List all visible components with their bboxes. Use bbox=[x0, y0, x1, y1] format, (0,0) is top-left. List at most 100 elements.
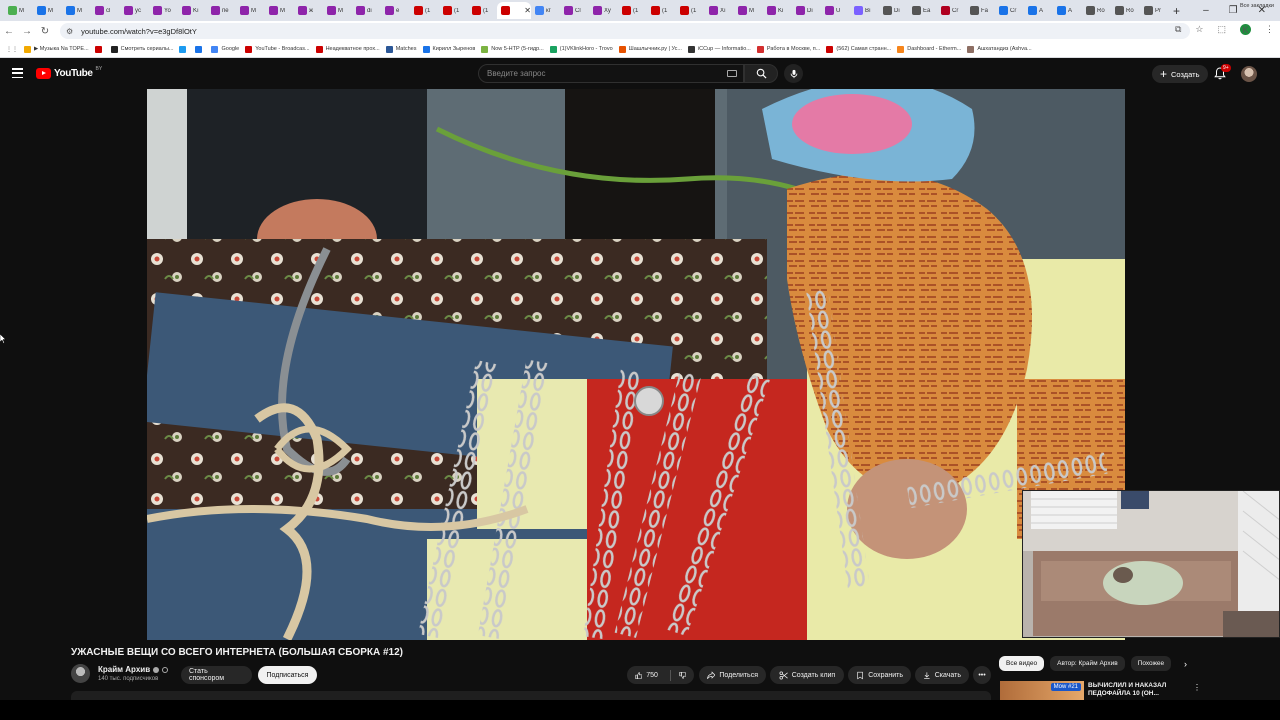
browser-tab[interactable]: M bbox=[265, 2, 294, 19]
recommended-title[interactable]: ВЫЧИСЛИЛ И НАКАЗАЛ ПЕДОФАЙЛА 10 (ОН... bbox=[1088, 682, 1178, 698]
channel-name[interactable]: Крайм Архив bbox=[98, 665, 169, 674]
account-avatar[interactable] bbox=[1241, 66, 1257, 82]
more-actions-button[interactable]: ••• bbox=[973, 666, 991, 684]
browser-tab[interactable]: Ro bbox=[1082, 2, 1111, 19]
browser-tab[interactable]: M bbox=[236, 2, 265, 19]
search-input[interactable]: Введите запрос bbox=[478, 64, 744, 83]
keyboard-icon[interactable] bbox=[727, 70, 737, 77]
create-button[interactable]: + Создать bbox=[1152, 65, 1208, 83]
browser-tab[interactable]: Ху bbox=[589, 2, 618, 19]
video-player[interactable] bbox=[147, 89, 1125, 640]
share-button[interactable]: Поделиться bbox=[699, 666, 766, 684]
browser-tab[interactable]: U bbox=[821, 2, 850, 19]
browser-tab[interactable]: yc bbox=[120, 2, 149, 19]
chip-related[interactable]: Похожее bbox=[1130, 656, 1172, 671]
apps-grid-icon[interactable]: ⋮⋮ bbox=[6, 46, 18, 53]
new-tab-icon[interactable]: + bbox=[1173, 4, 1180, 18]
browser-tab[interactable]: M bbox=[734, 2, 763, 19]
browser-tab[interactable]: Ro bbox=[1111, 2, 1140, 19]
browser-tab[interactable]: (1 bbox=[410, 2, 439, 19]
browser-tab[interactable]: Xı bbox=[705, 2, 734, 19]
browser-tab[interactable]: Cr bbox=[995, 2, 1024, 19]
save-button[interactable]: Сохранить bbox=[848, 666, 911, 684]
maximize-button[interactable]: ❐ bbox=[1229, 5, 1238, 16]
bookmark-item[interactable]: iCCup — Informatio... bbox=[687, 45, 751, 53]
download-button[interactable]: Скачать bbox=[915, 666, 969, 684]
browser-tab[interactable]: Cl bbox=[560, 2, 589, 19]
bookmark-item[interactable] bbox=[195, 45, 205, 53]
bookmark-item[interactable]: Шашлычник.ру | Ус... bbox=[618, 45, 682, 53]
recommended-menu-icon[interactable]: ⋮ bbox=[1193, 683, 1201, 692]
recommended-thumbnail[interactable]: Mow #21 bbox=[1000, 681, 1084, 701]
bookmark-item[interactable]: YouTube - Broadcas... bbox=[245, 45, 310, 53]
forward-icon[interactable]: → bbox=[18, 26, 36, 37]
browser-tab[interactable]: кг bbox=[531, 2, 560, 19]
bookmark-item[interactable]: Ашхатандиз (Ashva... bbox=[967, 45, 1032, 53]
bookmark-item[interactable] bbox=[94, 45, 105, 53]
browser-tab[interactable]: Di bbox=[792, 2, 821, 19]
browser-tab[interactable]: пе bbox=[207, 2, 236, 19]
bookmark-item[interactable]: (562) Самая странн... bbox=[826, 45, 891, 53]
site-info-icon[interactable]: ⚙ bbox=[66, 27, 73, 36]
browser-tab[interactable]: cl bbox=[91, 2, 120, 19]
browser-tab[interactable]: (1 bbox=[468, 2, 497, 19]
description-box[interactable] bbox=[71, 691, 991, 700]
browser-tab[interactable]: ✕ bbox=[497, 2, 531, 19]
channel-avatar[interactable] bbox=[71, 664, 90, 683]
bookmark-item[interactable]: (1)VKlinkHoro - Trovo bbox=[549, 45, 613, 53]
search-button[interactable] bbox=[744, 64, 778, 83]
like-count[interactable]: 750 bbox=[646, 672, 658, 679]
bookmark-item[interactable]: Смотреть сериалы... bbox=[110, 45, 173, 53]
clip-button[interactable]: Создать клип bbox=[770, 666, 844, 684]
youtube-logo[interactable]: YouTube BY bbox=[36, 66, 102, 79]
bookmark-item[interactable]: Кирилл Зыренов bbox=[422, 45, 475, 53]
like-icon[interactable] bbox=[635, 671, 643, 680]
chip-author[interactable]: Автор: Крайм Архив bbox=[1050, 656, 1125, 671]
bookmark-item[interactable]: Dashboard - Etherm... bbox=[897, 45, 961, 53]
browser-tab[interactable]: Pr bbox=[1140, 2, 1169, 19]
browser-tab[interactable]: Ki bbox=[763, 2, 792, 19]
browser-tab[interactable]: di bbox=[352, 2, 381, 19]
browser-tab[interactable]: Вı bbox=[850, 2, 879, 19]
browser-tab[interactable]: e bbox=[381, 2, 410, 19]
browser-tab[interactable]: M bbox=[33, 2, 62, 19]
subscribe-button[interactable]: Подписаться bbox=[258, 666, 317, 684]
sponsor-button[interactable]: Стать спонсором bbox=[181, 666, 252, 684]
all-bookmarks-link[interactable]: Все закладки bbox=[1240, 3, 1274, 9]
bookmark-item[interactable]: Неадекватное прох... bbox=[315, 45, 380, 53]
browser-menu-icon[interactable]: ⋮ bbox=[1265, 24, 1274, 35]
browser-tab[interactable]: M bbox=[62, 2, 91, 19]
bookmark-item[interactable]: ▶ Музыка Na TOPE... bbox=[24, 45, 89, 53]
browser-tab[interactable]: (1 bbox=[618, 2, 647, 19]
voice-search-button[interactable] bbox=[784, 64, 803, 83]
extensions-icon[interactable]: ⬚ bbox=[1217, 24, 1226, 35]
bookmark-item[interactable]: Работа в Москве, п... bbox=[756, 45, 820, 53]
browser-tab[interactable]: M bbox=[4, 2, 33, 19]
browser-tab[interactable]: (1 bbox=[676, 2, 705, 19]
bookmark-item[interactable] bbox=[179, 45, 189, 53]
minimize-button[interactable]: – bbox=[1203, 5, 1209, 16]
browser-tab[interactable]: M bbox=[323, 2, 352, 19]
browser-tab[interactable]: (1 bbox=[439, 2, 468, 19]
bookmark-item[interactable]: Google bbox=[211, 45, 239, 53]
bookmark-item[interactable]: Matches bbox=[385, 45, 417, 53]
browser-tab[interactable]: (1 bbox=[647, 2, 676, 19]
url-field[interactable]: ⚙ youtube.com/watch?v=e3gDf8lOtY bbox=[60, 23, 1190, 39]
browser-tab[interactable]: A bbox=[1024, 2, 1053, 19]
menu-icon[interactable] bbox=[12, 68, 23, 78]
browser-tab[interactable]: Ea bbox=[908, 2, 937, 19]
browser-tab[interactable]: Fa bbox=[966, 2, 995, 19]
install-app-icon[interactable]: ⧉ bbox=[1175, 24, 1181, 35]
back-icon[interactable]: ← bbox=[0, 26, 18, 37]
profile-avatar[interactable]: K bbox=[1240, 24, 1251, 35]
browser-tab[interactable]: Di bbox=[879, 2, 908, 19]
bookmark-item[interactable]: Now 5-HTP (5-гидр... bbox=[481, 45, 544, 53]
reload-icon[interactable]: ↻ bbox=[36, 26, 54, 37]
chip-all-videos[interactable]: Все видео bbox=[999, 656, 1045, 671]
bookmark-star-icon[interactable]: ☆ bbox=[1195, 24, 1203, 35]
dislike-icon[interactable] bbox=[679, 671, 686, 680]
chevron-right-icon[interactable]: › bbox=[1184, 659, 1187, 669]
browser-tab[interactable]: A bbox=[1053, 2, 1082, 19]
browser-tab[interactable]: Kı bbox=[178, 2, 207, 19]
browser-tab[interactable]: Cr bbox=[937, 2, 966, 19]
